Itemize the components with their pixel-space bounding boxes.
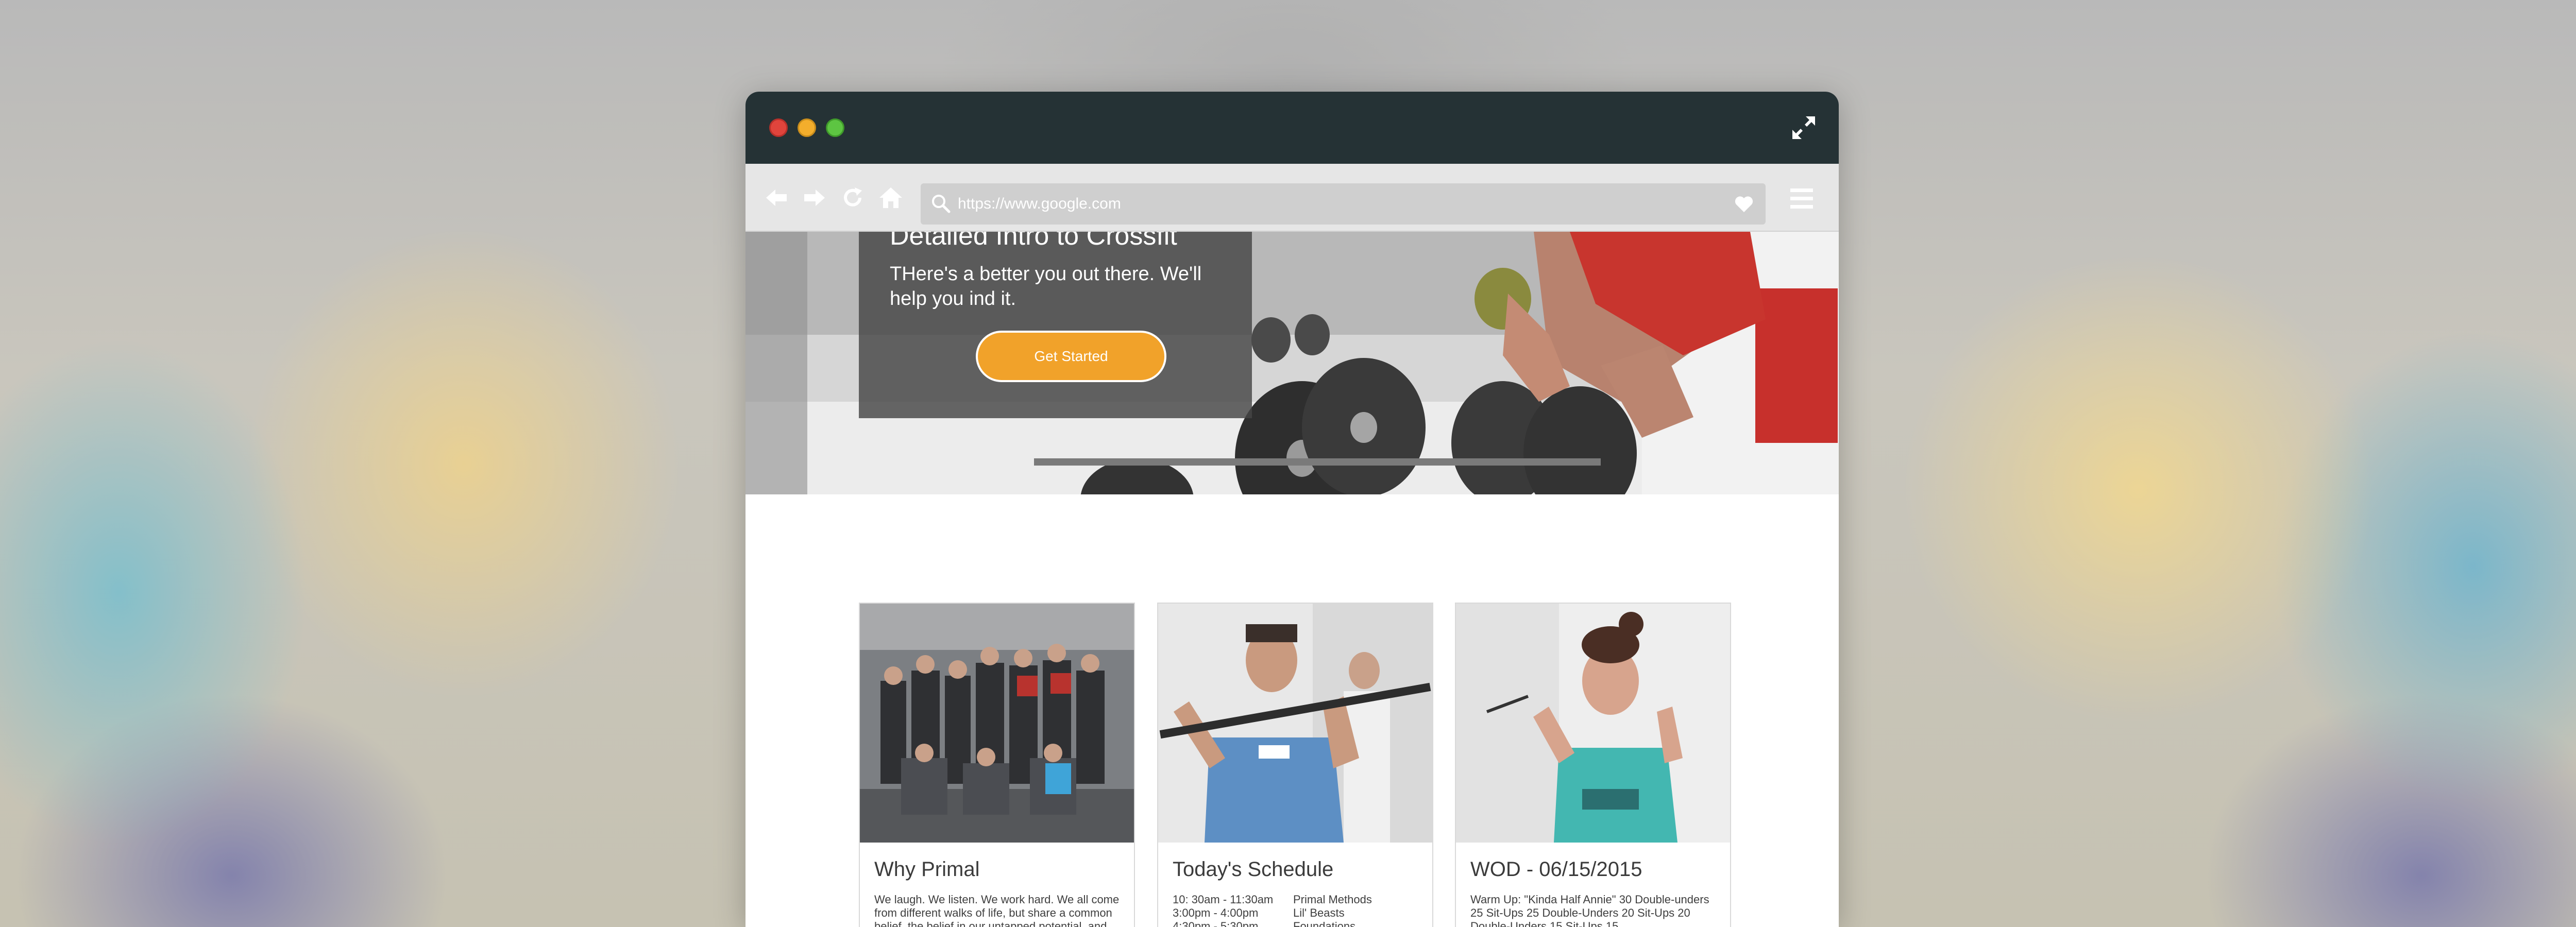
card-title: Why Primal bbox=[874, 858, 980, 881]
hero-callout: Detailed Intro to Crossfit THere's a bet… bbox=[859, 232, 1252, 418]
browser-window: https://www.google.com Detailed Intro to… bbox=[745, 92, 1839, 927]
athlete-photo bbox=[1456, 604, 1730, 843]
schedule-list: 10: 30am - 11:30am Primal Methods 3:00pm… bbox=[1173, 893, 1420, 927]
schedule-class: Lil' Beasts bbox=[1293, 906, 1345, 919]
reload-icon[interactable] bbox=[840, 185, 865, 210]
menu-icon[interactable] bbox=[1790, 186, 1813, 210]
schedule-row: 4:30pm - 5:30pm Foundations bbox=[1173, 920, 1420, 927]
schedule-time: 3:00pm - 4:00pm bbox=[1173, 906, 1259, 919]
card-todays-schedule[interactable]: Today's Schedule 10: 30am - 11:30am Prim… bbox=[1157, 603, 1433, 927]
hero-subtitle: THere's a better you out there. We'll he… bbox=[890, 263, 1202, 310]
get-started-button[interactable]: Get Started bbox=[976, 331, 1166, 382]
back-icon[interactable] bbox=[764, 185, 789, 210]
schedule-time: 10: 30am - 11:30am bbox=[1173, 893, 1274, 906]
schedule-row: 3:00pm - 4:00pm Lil' Beasts bbox=[1173, 906, 1420, 920]
schedule-class: Primal Methods bbox=[1293, 893, 1372, 906]
expand-icon[interactable] bbox=[1788, 112, 1819, 143]
schedule-class: Foundations bbox=[1293, 920, 1356, 927]
url-text[interactable]: https://www.google.com bbox=[958, 183, 1121, 225]
close-window-button[interactable] bbox=[769, 118, 788, 137]
hero-title: Detailed Intro to Crossfit bbox=[890, 232, 1177, 251]
card-why-primal[interactable]: Why Primal We laugh. We listen. We work … bbox=[859, 603, 1135, 927]
card-text: We laugh. We listen. We work hard. We al… bbox=[874, 893, 1120, 927]
card-title: Today's Schedule bbox=[1173, 858, 1334, 881]
home-icon[interactable] bbox=[878, 185, 903, 210]
minimize-window-button[interactable] bbox=[798, 118, 816, 137]
lifting-photo bbox=[1158, 604, 1432, 843]
schedule-time: 4:30pm - 5:30pm bbox=[1173, 920, 1259, 927]
heart-icon[interactable] bbox=[1734, 194, 1754, 214]
zoom-window-button[interactable] bbox=[826, 118, 844, 137]
hero-banner: Detailed Intro to Crossfit THere's a bet… bbox=[745, 232, 1839, 494]
forward-icon[interactable] bbox=[802, 185, 827, 210]
card-wod[interactable]: WOD - 06/15/2015 Warm Up: "Kinda Half An… bbox=[1455, 603, 1731, 927]
schedule-row: 10: 30am - 11:30am Primal Methods bbox=[1173, 893, 1420, 906]
browser-toolbar: https://www.google.com bbox=[745, 164, 1839, 232]
address-bar[interactable]: https://www.google.com bbox=[921, 183, 1766, 225]
title-bar bbox=[745, 92, 1839, 164]
page-viewport: Detailed Intro to Crossfit THere's a bet… bbox=[745, 232, 1839, 927]
card-text: Warm Up: "Kinda Half Annie" 30 Double-un… bbox=[1470, 893, 1709, 927]
group-photo bbox=[860, 604, 1134, 843]
search-icon bbox=[930, 193, 952, 214]
card-title: WOD - 06/15/2015 bbox=[1470, 858, 1642, 881]
